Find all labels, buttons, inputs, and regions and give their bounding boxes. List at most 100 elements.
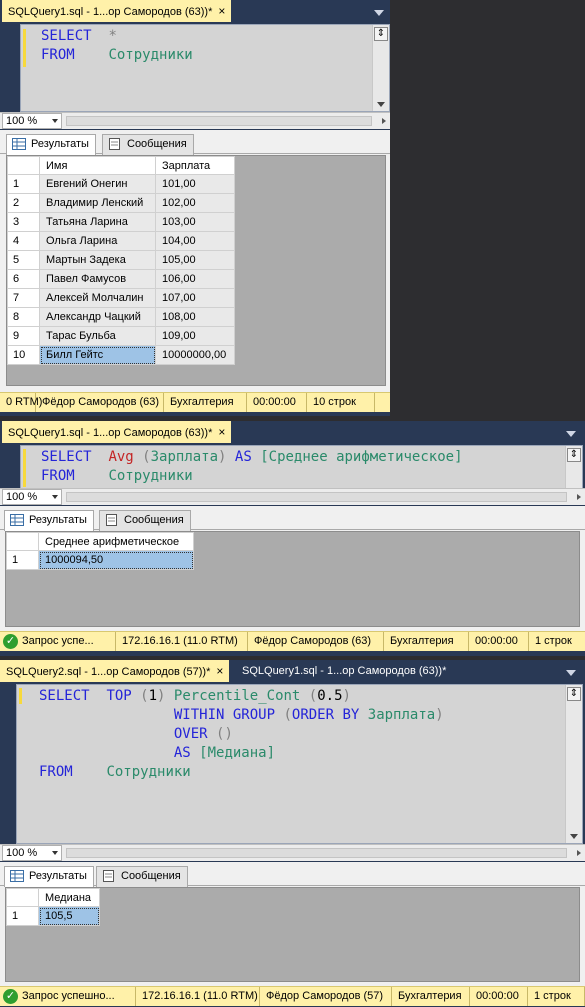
table-cell[interactable]: Владимир Ленский [39, 193, 156, 213]
row-number[interactable]: 6 [7, 269, 40, 289]
table-cell[interactable]: 10000000,00 [155, 345, 235, 365]
vertical-scrollbar[interactable]: ⇕ [565, 685, 582, 843]
column-header[interactable]: Среднее арифметическое [38, 532, 194, 551]
table-row[interactable]: 6 Павел Фамусов 106,00 [7, 269, 235, 289]
table-cell[interactable]: 105,5 [38, 906, 100, 926]
table-cell[interactable]: 105,00 [155, 250, 235, 270]
row-number[interactable]: 1 [6, 550, 39, 570]
status-item: 1 строк [529, 632, 585, 651]
vertical-scrollbar[interactable]: ⇕ [565, 446, 582, 488]
table-cell[interactable]: Алексей Молчалин [39, 288, 156, 308]
tab-messages[interactable]: Сообщения [99, 510, 191, 531]
row-number-header[interactable] [6, 888, 39, 907]
tab-sqlquery1[interactable]: SQLQuery1.sql - 1...ор Самородов (63))* × [2, 0, 232, 22]
table-row[interactable]: 2 Владимир Ленский 102,00 [7, 193, 235, 213]
horizontal-scrollbar[interactable] [66, 492, 567, 502]
split-icon[interactable]: ⇕ [374, 27, 388, 41]
close-icon[interactable]: × [218, 4, 225, 18]
column-header[interactable]: Медиана [38, 888, 100, 907]
table-cell[interactable]: Александр Чацкий [39, 307, 156, 327]
sql-code[interactable]: SELECT * FROM Сотрудники [41, 27, 193, 65]
table-cell[interactable]: 108,00 [155, 307, 235, 327]
table-cell[interactable]: 106,00 [155, 269, 235, 289]
tab-sqlquery2[interactable]: SQLQuery2.sql - 1...ор Самородов (57))* × [0, 660, 230, 682]
table-row[interactable]: 7 Алексей Молчалин 107,00 [7, 288, 235, 308]
row-number[interactable]: 5 [7, 250, 40, 270]
table-cell[interactable]: 103,00 [155, 212, 235, 232]
table-row[interactable]: 9 Тарас Бульба 109,00 [7, 326, 235, 346]
row-number[interactable]: 7 [7, 288, 40, 308]
tab-messages[interactable]: Сообщения [102, 134, 194, 155]
results-grid[interactable]: Имя Зарплата 1 Евгений Онегин 101,00 2 Владим… [6, 155, 386, 386]
table-cell[interactable]: 1000094,50 [38, 550, 194, 570]
row-number[interactable]: 4 [7, 231, 40, 251]
table-cell[interactable]: Мартын Задека [39, 250, 156, 270]
table-cell[interactable]: Павел Фамусов [39, 269, 156, 289]
row-number[interactable]: 9 [7, 326, 40, 346]
zoom-select[interactable]: 100 % [2, 113, 62, 129]
scroll-right-icon[interactable] [382, 118, 386, 124]
sql-code[interactable]: SELECT Avg (Зарплата) AS [Среднее арифме… [41, 448, 463, 486]
row-number[interactable]: 1 [6, 906, 39, 926]
table-row[interactable]: 3 Татьяна Ларина 103,00 [7, 212, 235, 232]
table-cell[interactable]: Ольга Ларина [39, 231, 156, 251]
sql-code[interactable]: SELECT TOP (1) Percentile_Cont (0.5) WIT… [39, 687, 444, 782]
sql-editor[interactable]: SELECT TOP (1) Percentile_Cont (0.5) WIT… [16, 684, 583, 844]
horizontal-scrollbar[interactable] [66, 116, 372, 126]
table-row[interactable]: 1 1000094,50 [6, 550, 194, 570]
tab-dropdown-icon[interactable] [566, 431, 576, 437]
tab-dropdown-icon[interactable] [374, 10, 384, 16]
status-item: Фёдор Самородов (63) [248, 632, 384, 651]
tab-messages[interactable]: Сообщения [96, 866, 188, 887]
zoom-select[interactable]: 100 % [2, 489, 62, 505]
sql-editor[interactable]: SELECT Avg (Зарплата) AS [Среднее арифме… [20, 445, 583, 489]
table-cell[interactable]: 102,00 [155, 193, 235, 213]
table-cell[interactable]: Евгений Онегин [39, 174, 156, 194]
table-cell[interactable]: Татьяна Ларина [39, 212, 156, 232]
column-header[interactable]: Зарплата [155, 156, 235, 175]
table-row[interactable]: 5 Мартын Задека 105,00 [7, 250, 235, 270]
row-number[interactable]: 2 [7, 193, 40, 213]
scroll-right-icon[interactable] [577, 494, 581, 500]
close-icon[interactable]: × [218, 425, 225, 439]
scroll-down-icon[interactable] [570, 834, 578, 839]
horizontal-scrollbar[interactable] [66, 848, 567, 858]
zoom-select[interactable]: 100 % [2, 845, 62, 861]
tab-results[interactable]: Результаты [4, 866, 94, 887]
column-header[interactable]: Имя [39, 156, 156, 175]
sql-editor[interactable]: SELECT * FROM Сотрудники ⇕ [20, 24, 390, 112]
table-row[interactable]: 1 105,5 [6, 906, 100, 926]
close-icon[interactable]: × [216, 664, 223, 678]
split-icon[interactable]: ⇕ [567, 687, 581, 701]
tab-sqlquery1[interactable]: SQLQuery1.sql - 1...ор Самородов (63))* [236, 660, 452, 682]
table-cell[interactable]: Тарас Бульба [39, 326, 156, 346]
table-cell[interactable]: 104,00 [155, 231, 235, 251]
row-number-header[interactable] [7, 156, 40, 175]
tab-sqlquery1[interactable]: SQLQuery1.sql - 1...ор Самородов (63))* × [2, 421, 232, 443]
table-cell[interactable]: Билл Гейтс [39, 345, 156, 365]
tab-results[interactable]: Результаты [4, 510, 94, 531]
table-cell[interactable]: 101,00 [155, 174, 235, 194]
results-grid[interactable]: Среднее арифметическое 1 1000094,50 [5, 531, 580, 627]
table-row[interactable]: 10 Билл Гейтс 10000000,00 [7, 345, 235, 365]
row-number[interactable]: 1 [7, 174, 40, 194]
row-number[interactable]: 3 [7, 212, 40, 232]
split-icon[interactable]: ⇕ [567, 448, 581, 462]
table-row[interactable]: 1 Евгений Онегин 101,00 [7, 174, 235, 194]
table-row[interactable]: 4 Ольга Ларина 104,00 [7, 231, 235, 251]
table-row[interactable]: 8 Александр Чацкий 108,00 [7, 307, 235, 327]
row-number[interactable]: 10 [7, 345, 40, 365]
row-number-header[interactable] [6, 532, 39, 551]
tab-dropdown-icon[interactable] [566, 670, 576, 676]
document-tabbar: SQLQuery1.sql - 1...ор Самородов (63))* × [0, 421, 585, 443]
row-number[interactable]: 8 [7, 307, 40, 327]
table-cell[interactable]: 109,00 [155, 326, 235, 346]
scroll-right-icon[interactable] [577, 850, 581, 856]
code-token: ORDER BY [291, 707, 360, 723]
results-panel: Результаты Сообщения Имя Зарплата 1 Евгени… [0, 130, 390, 392]
scroll-down-icon[interactable] [377, 102, 385, 107]
table-cell[interactable]: 107,00 [155, 288, 235, 308]
vertical-scrollbar[interactable]: ⇕ [372, 25, 389, 111]
tab-results[interactable]: Результаты [6, 134, 96, 155]
results-grid[interactable]: Медиана 1 105,5 [5, 887, 580, 982]
